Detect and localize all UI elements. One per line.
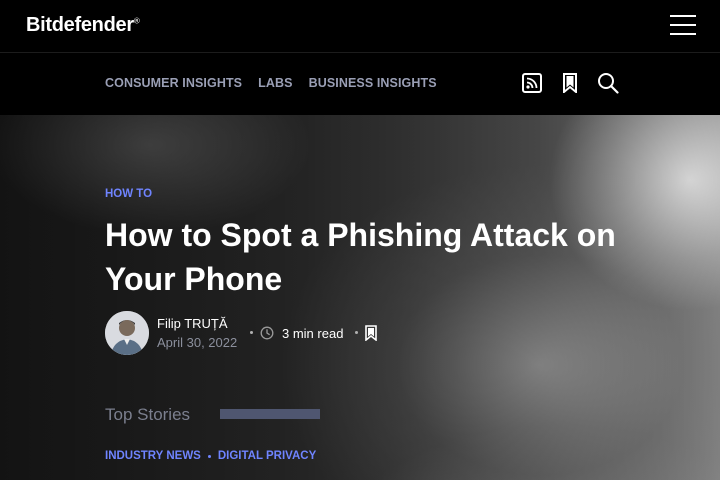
clock-icon: [260, 326, 274, 340]
publish-date: April 30, 2022: [157, 335, 238, 350]
top-stories-underline: [220, 409, 320, 419]
top-stories-heading: Top Stories: [105, 405, 191, 424]
author-name[interactable]: Filip TRUȚĂ: [157, 316, 228, 331]
hero-banner: HOW TO How to Spot a Phishing Attack on …: [0, 115, 720, 480]
hero-content: HOW TO How to Spot a Phishing Attack on …: [0, 115, 720, 480]
meta-separator: [250, 331, 253, 334]
tag-separator: [207, 454, 211, 458]
bookmark-icon[interactable]: [558, 71, 582, 95]
tag-industry-news[interactable]: INDUSTRY NEWS: [105, 450, 201, 462]
secondary-nav: CONSUMER INSIGHTS LABS BUSINESS INSIGHTS: [0, 54, 720, 115]
search-icon[interactable]: [596, 71, 620, 95]
article-category[interactable]: HOW TO: [105, 188, 152, 200]
bitdefender-logo[interactable]: Bitdefender®: [26, 14, 140, 37]
rss-icon[interactable]: [520, 71, 544, 95]
read-time: 3 min read: [282, 326, 344, 341]
bookmark-icon[interactable]: [365, 325, 377, 341]
meta-separator: [355, 331, 358, 334]
hamburger-menu-icon[interactable]: [670, 15, 698, 39]
nav-link-consumer-insights[interactable]: CONSUMER INSIGHTS: [105, 76, 242, 90]
logo-registered-mark: ®: [133, 16, 140, 26]
nav-links: CONSUMER INSIGHTS LABS BUSINESS INSIGHTS: [105, 76, 437, 90]
nav-icons: [520, 71, 620, 95]
nav-link-business-insights[interactable]: BUSINESS INSIGHTS: [309, 76, 437, 90]
tag-digital-privacy[interactable]: DIGITAL PRIVACY: [218, 450, 316, 462]
article-title: How to Spot a Phishing Attack on Your Ph…: [105, 217, 616, 297]
article-meta: Filip TRUȚĂ April 30, 2022 3 min read: [105, 311, 505, 355]
story-tags: INDUSTRY NEWS DIGITAL PRIVACY: [105, 450, 316, 462]
logo-text: Bitdefender: [26, 14, 134, 36]
author-avatar[interactable]: [105, 311, 149, 355]
top-header: Bitdefender®: [0, 0, 720, 53]
nav-link-labs[interactable]: LABS: [258, 76, 292, 90]
